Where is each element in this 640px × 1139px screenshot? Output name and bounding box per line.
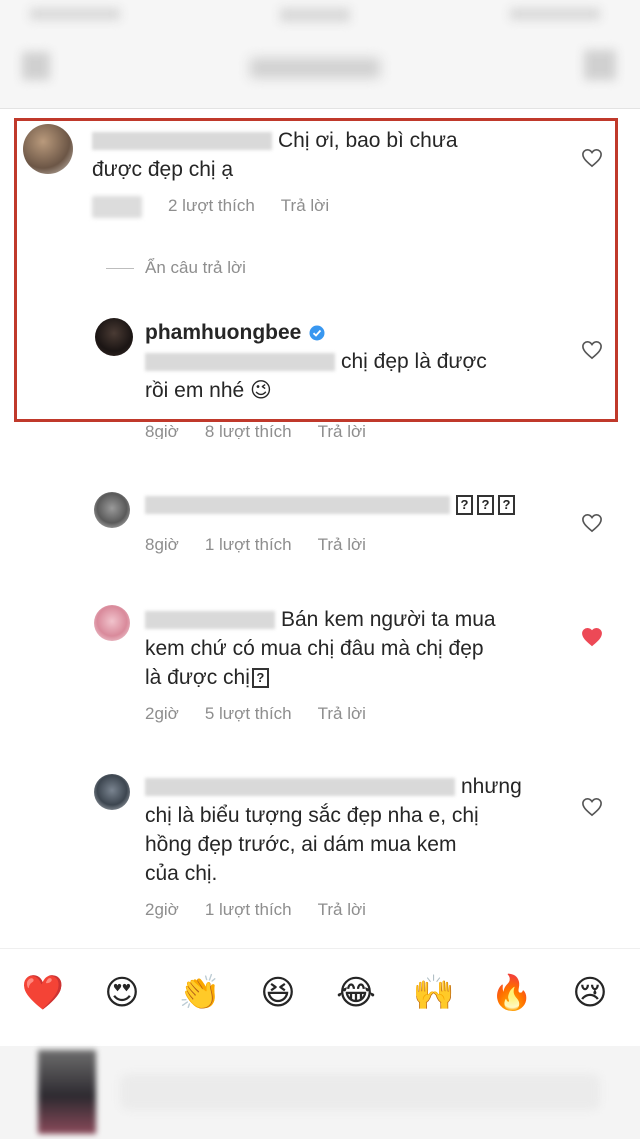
tears-of-joy-emoji-icon[interactable]: 😂 [334,971,378,1015]
clapping-emoji-icon[interactable]: 👏 [178,971,222,1015]
mention-blurred[interactable] [145,353,335,372]
hide-replies-line [106,268,134,269]
comment-meta: 2giờ 5 lượt thích Trả lời [145,704,392,724]
verified-badge-icon [309,325,325,341]
heart-eyes-emoji-icon[interactable]: 😍 [100,971,144,1015]
heart-icon-liked[interactable] [581,627,603,647]
reply-button[interactable]: Trả lời [318,422,366,439]
unknown-glyph: ? [477,495,494,516]
heart-icon[interactable] [581,148,603,168]
reply-button[interactable]: Trả lời [318,704,366,723]
time-blurred [92,196,142,218]
comment-input-bar[interactable] [0,1046,640,1139]
likes-count[interactable]: 1 lượt thích [205,900,292,919]
avatar[interactable] [23,124,73,174]
unknown-glyph: ? [498,495,515,516]
comment-text: nhưng chị là biểu tượng sắc đẹp nha e, c… [145,775,522,885]
username-blurred[interactable] [145,778,455,797]
comment-time: 2giờ [145,704,179,723]
heart-icon[interactable] [581,513,603,533]
username-blurred[interactable] [145,611,275,630]
comment-meta: 8giờ 1 lượt thích Trả lời [145,535,392,555]
page-title [250,58,380,78]
status-bar-right [510,8,600,20]
reply-button[interactable]: Trả lời [281,196,329,215]
comment-meta: 8giờ 8 lượt thích Trả lời [145,422,392,439]
avatar[interactable] [94,774,130,810]
comment-text: phamhuongbee chị đẹp là được rồi em nhé … [145,321,487,402]
quick-reactions-bar: ❤️ 😍 👏 😆 😂 🙌 🔥 😢 [0,948,640,1047]
heart-icon[interactable] [581,797,603,817]
avatar[interactable] [94,492,130,528]
avatar [38,1050,96,1134]
avatar[interactable] [94,605,130,641]
raising-hands-emoji-icon[interactable]: 🙌 [412,971,456,1015]
username-blurred[interactable] [92,132,272,151]
likes-count[interactable]: 2 lượt thích [168,196,255,215]
reply-button[interactable]: Trả lời [318,535,366,554]
grinning-squint-emoji-icon[interactable]: 😆 [256,971,300,1015]
comment-text: Bán kem người ta mua kem chứ có mua chị … [145,608,496,689]
comment-meta: 2giờ 1 lượt thích Trả lời [145,900,392,920]
crying-emoji-icon[interactable]: 😢 [568,971,612,1015]
comment-text: Chị ơi, bao bì chưa được đẹp chị ạ [92,129,458,181]
comment-meta: 2 lượt thích Trả lời [92,196,355,218]
comment-time: 8giờ [145,422,179,439]
comment-input-field[interactable] [120,1074,600,1110]
share-icon[interactable] [584,50,616,80]
heart-icon[interactable] [581,340,603,360]
avatar[interactable] [95,318,133,356]
back-icon[interactable] [22,52,50,80]
top-bar [0,0,640,109]
likes-count[interactable]: 5 lượt thích [205,704,292,723]
fire-emoji-icon[interactable]: 🔥 [490,971,534,1015]
status-bar-center [280,8,350,22]
comment-blurred [145,496,450,515]
username[interactable]: phamhuongbee [145,321,301,344]
comment-time: 8giờ [145,535,179,554]
status-bar-left [30,8,120,20]
hide-replies-button[interactable]: Ẩn câu trả lời [145,258,246,278]
comment-text: ??? [145,490,565,519]
reply-button[interactable]: Trả lời [318,900,366,919]
likes-count[interactable]: 8 lượt thích [205,422,292,439]
likes-count[interactable]: 1 lượt thích [205,535,292,554]
unknown-glyph: ? [456,495,473,516]
comment-time: 2giờ [145,900,179,919]
unknown-glyph: ? [251,668,269,689]
red-heart-emoji-icon[interactable]: ❤️ [21,971,65,1015]
